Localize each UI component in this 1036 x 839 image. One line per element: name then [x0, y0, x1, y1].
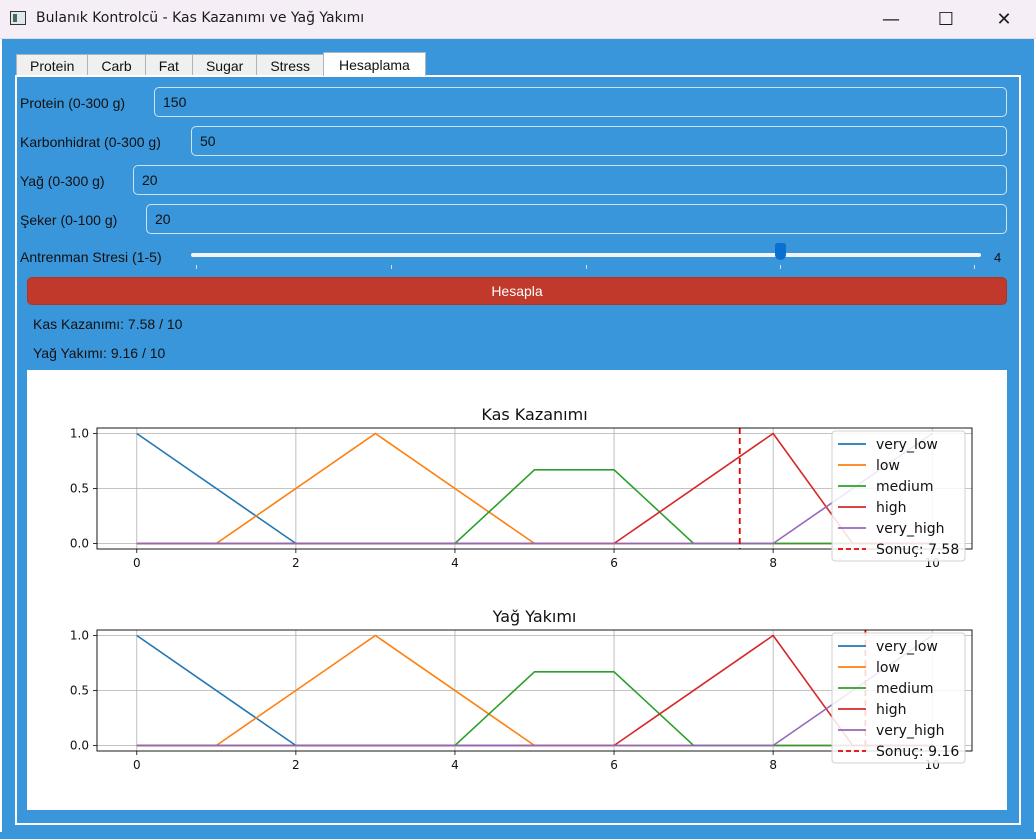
x-tick-label: 6	[610, 556, 618, 570]
protein-label: Protein (0-300 g)	[20, 95, 126, 111]
y-tick-label: 0.0	[70, 739, 89, 753]
chart-title: Kas Kazanımı	[481, 405, 587, 424]
minimize-button[interactable]: —	[862, 0, 920, 38]
slider-tick	[196, 265, 197, 269]
legend-label: low	[876, 458, 900, 474]
slider-tick	[974, 265, 975, 269]
y-tick-label: 1.0	[70, 427, 89, 441]
fat-label: Yağ (0-300 g)	[20, 173, 105, 189]
x-tick-label: 0	[133, 556, 141, 570]
carb-row: Karbonhidrat (0-300 g)	[20, 126, 161, 158]
bottom-strip	[0, 832, 1036, 839]
chart-title: Yağ Yakımı	[492, 607, 577, 626]
legend-label: medium	[876, 479, 934, 495]
fat-input[interactable]: 20	[133, 165, 1007, 195]
main-window: Protein Carb Fat Sugar Stress Hesaplama …	[2, 39, 1034, 839]
tab-protein[interactable]: Protein	[16, 54, 89, 76]
sugar-row: Şeker (0-100 g)	[20, 204, 117, 236]
x-tick-label: 6	[610, 758, 618, 772]
y-tick-label: 0.0	[70, 537, 89, 551]
slider-tick	[391, 265, 392, 269]
sugar-label: Şeker (0-100 g)	[20, 212, 118, 228]
y-tick-label: 0.5	[70, 482, 89, 496]
tab-fat[interactable]: Fat	[144, 54, 193, 76]
legend-label: very_low	[876, 639, 938, 655]
series-line-medium	[136, 670, 933, 747]
tab-carb[interactable]: Carb	[87, 54, 146, 76]
series-line-medium	[136, 469, 933, 545]
slider-tick	[586, 265, 587, 269]
legend-label: medium	[876, 681, 934, 697]
charts-svg: Kas Kazanımı0 2 4 6 8 100.00.51.0very_lowlowm…	[70, 405, 973, 772]
app-icon	[10, 11, 26, 25]
stress-slider[interactable]	[191, 253, 981, 257]
legend-label: high	[876, 702, 907, 718]
stress-slider-handle[interactable]	[775, 243, 786, 260]
legend-label: very_low	[876, 437, 938, 453]
legend-label: low	[876, 660, 900, 676]
protein-input[interactable]: 150	[154, 87, 1007, 117]
fat-burn-result: Yağ Yakımı: 9.16 / 10	[33, 345, 166, 361]
legend-label: Sonuç: 7.58	[876, 542, 959, 558]
tab-stress[interactable]: Stress	[256, 54, 324, 76]
x-tick-label: 8	[769, 556, 777, 570]
stress-label: Antrenman Stresi (1-5)	[20, 249, 162, 265]
x-tick-label: 2	[292, 758, 300, 772]
protein-row: Protein (0-300 g)	[20, 87, 125, 119]
title-bar: Bulanık Kontrolcü - Kas Kazanımı ve Yağ …	[0, 0, 1036, 39]
stress-row: Antrenman Stresi (1-5)	[20, 241, 162, 273]
legend-label: high	[876, 500, 907, 516]
fat-row: Yağ (0-300 g)	[20, 165, 105, 197]
legend-label: very_high	[876, 521, 944, 537]
maximize-button[interactable]: ☐	[917, 0, 975, 38]
legend-label: Sonuç: 9.16	[876, 744, 959, 760]
carb-input[interactable]: 50	[191, 126, 1007, 156]
muscle-result: Kas Kazanımı: 7.58 / 10	[33, 316, 183, 332]
plot-area: Kas Kazanımı 0 2 4 6 8 10 0.0 0.5 1.0 very_low low m…	[27, 370, 1007, 810]
carb-label: Karbonhidrat (0-300 g)	[20, 134, 161, 150]
tab-hesaplama[interactable]: Hesaplama	[323, 52, 426, 76]
window-title: Bulanık Kontrolcü - Kas Kazanımı ve Yağ …	[36, 10, 365, 26]
close-button[interactable]: ✕	[975, 0, 1033, 38]
x-tick-label: 4	[451, 758, 459, 772]
x-tick-label: 8	[769, 758, 777, 772]
x-tick-label: 0	[133, 758, 141, 772]
tab-sugar[interactable]: Sugar	[191, 54, 258, 76]
slider-tick	[780, 265, 781, 269]
x-tick-label: 4	[451, 556, 459, 570]
tab-bar: Protein Carb Fat Sugar Stress Hesaplama	[16, 52, 426, 76]
hesapla-button[interactable]: Hesapla	[27, 277, 1007, 305]
y-tick-label: 0.5	[70, 684, 89, 698]
x-tick-label: 2	[292, 556, 300, 570]
sugar-input[interactable]: 20	[146, 204, 1007, 234]
stress-value: 4	[994, 250, 1002, 265]
legend-label: very_high	[876, 723, 944, 739]
y-tick-label: 1.0	[70, 629, 89, 643]
